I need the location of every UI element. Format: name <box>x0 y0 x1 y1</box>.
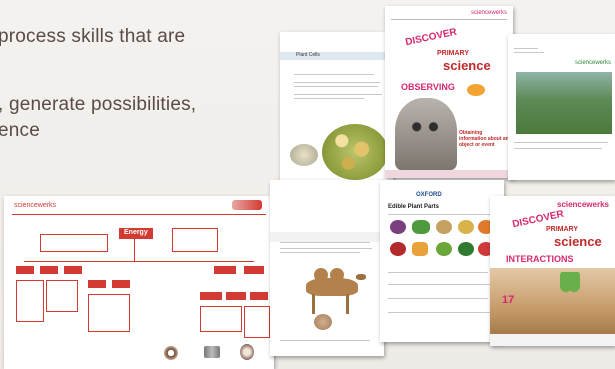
food-item-6 <box>390 242 406 256</box>
concept-map-leaf-1 <box>16 280 44 322</box>
concept-map-page: sciencewerks Energy <box>4 196 274 369</box>
concept-map-image-3 <box>240 344 254 360</box>
observing-logo-3: science <box>443 58 491 73</box>
food-grid <box>390 220 494 264</box>
plant-cells-text-4 <box>294 94 382 95</box>
concept-map-node-4 <box>88 280 106 288</box>
camel-hump-1 <box>314 268 328 282</box>
interactions-number: 17 <box>502 294 515 306</box>
observing-fish <box>467 84 485 96</box>
photo-caption-2 <box>514 148 602 149</box>
plant-cells-title: Plant Cells <box>296 52 320 58</box>
slide-text-line-1: process skills that are <box>0 26 186 47</box>
food-logo: OXFORD <box>416 192 442 198</box>
camel-text-2 <box>280 248 372 249</box>
concept-map-brand: sciencewerks <box>14 202 57 209</box>
concept-map-node-6 <box>214 266 236 274</box>
observing-footer <box>385 170 513 178</box>
food-item-2 <box>412 220 430 234</box>
food-item-4 <box>458 220 474 234</box>
food-text-1 <box>388 214 496 215</box>
camel-text-3 <box>280 252 360 253</box>
concept-map-image-1 <box>164 346 178 360</box>
food-item-9 <box>458 242 474 256</box>
photo-text-2 <box>514 52 544 53</box>
concept-map-center-node: Energy <box>119 228 153 239</box>
interactions-sprout <box>560 272 580 302</box>
concept-map-leaf-2 <box>46 280 78 312</box>
food-item-3 <box>436 220 452 234</box>
photo-brand: sciencewerks <box>574 60 611 66</box>
camel-page <box>270 180 384 356</box>
interactions-page: sciencewerks DISCOVER PRIMARY science IN… <box>490 196 615 346</box>
camel-image <box>298 266 368 316</box>
food-item-7 <box>412 242 428 256</box>
concept-map-node-10 <box>250 292 268 300</box>
camel-head <box>356 274 366 280</box>
slide-text-line-2: , generate possibilities, <box>0 94 197 115</box>
food-title: Edible Plant Parts <box>388 204 440 210</box>
camel-text-1 <box>280 242 370 243</box>
observing-subtitle: OBSERVING <box>401 82 455 92</box>
slide-text-line-3: ence <box>0 120 41 141</box>
camel-text-4 <box>280 340 370 341</box>
plant-cells-stem <box>290 144 318 166</box>
concept-map-node-1 <box>16 266 34 274</box>
concept-map-leaf-5 <box>244 306 270 338</box>
photo-page: sciencewerks <box>508 34 615 180</box>
food-text-5 <box>388 312 494 313</box>
concept-map-leaf-4 <box>200 306 242 332</box>
plant-cells-text-2 <box>294 82 380 83</box>
observing-logo-1: DISCOVER <box>404 26 458 49</box>
plant-cells-image <box>322 124 388 180</box>
plant-cells-text-1 <box>294 74 374 75</box>
concept-map-node-9 <box>226 292 246 300</box>
food-item-8 <box>436 242 452 256</box>
concept-map-node-8 <box>200 292 222 300</box>
interactions-logo-2: PRIMARY <box>546 226 579 233</box>
photo-image <box>516 72 612 134</box>
concept-map-leaf-3 <box>88 294 130 332</box>
observing-logo-2: PRIMARY <box>437 50 470 57</box>
food-text-2 <box>388 272 488 273</box>
observing-brand: sciencewerks <box>470 10 507 16</box>
plant-cells-text-5 <box>294 98 364 99</box>
observing-header-line <box>391 19 507 20</box>
camel-leg-1 <box>312 294 315 314</box>
photo-text-1 <box>514 48 538 49</box>
concept-map-top-rule <box>12 214 266 215</box>
food-text-4 <box>388 298 488 299</box>
camel-header-band <box>270 232 384 242</box>
interactions-subtitle: INTERACTIONS <box>506 254 574 264</box>
observing-page: sciencewerks DISCOVER PRIMARY science OB… <box>385 6 513 178</box>
plant-cells-page: Plant Cells <box>280 32 393 180</box>
concept-map-trunk <box>134 239 135 261</box>
interactions-brand: sciencewerks <box>556 200 609 209</box>
concept-map-node-2 <box>40 266 58 274</box>
photo-caption-1 <box>514 142 608 143</box>
concept-map-branch <box>24 261 254 262</box>
camel-hump-2 <box>330 268 344 282</box>
camel-leg-2 <box>346 294 349 314</box>
observing-caption: Obtaining information about an object or… <box>459 130 509 148</box>
interactions-logo-3: science <box>554 234 602 249</box>
observing-cat <box>395 98 457 170</box>
food-item-1 <box>390 220 406 234</box>
concept-map-node-7 <box>244 266 264 274</box>
concept-map-node-5 <box>112 280 130 288</box>
concept-map-image-2 <box>204 346 220 358</box>
concept-map-note-right <box>172 228 218 252</box>
camel-foot-detail <box>314 314 332 330</box>
food-text-3 <box>388 284 492 285</box>
plant-cells-text-3 <box>294 86 378 87</box>
concept-map-center-label: Energy <box>124 229 148 236</box>
concept-map-note-left <box>40 234 108 252</box>
interactions-footer <box>490 334 615 346</box>
food-page: OXFORD Edible Plant Parts <box>380 180 504 342</box>
concept-map-node-3 <box>64 266 82 274</box>
concept-map-decoration <box>232 200 262 210</box>
